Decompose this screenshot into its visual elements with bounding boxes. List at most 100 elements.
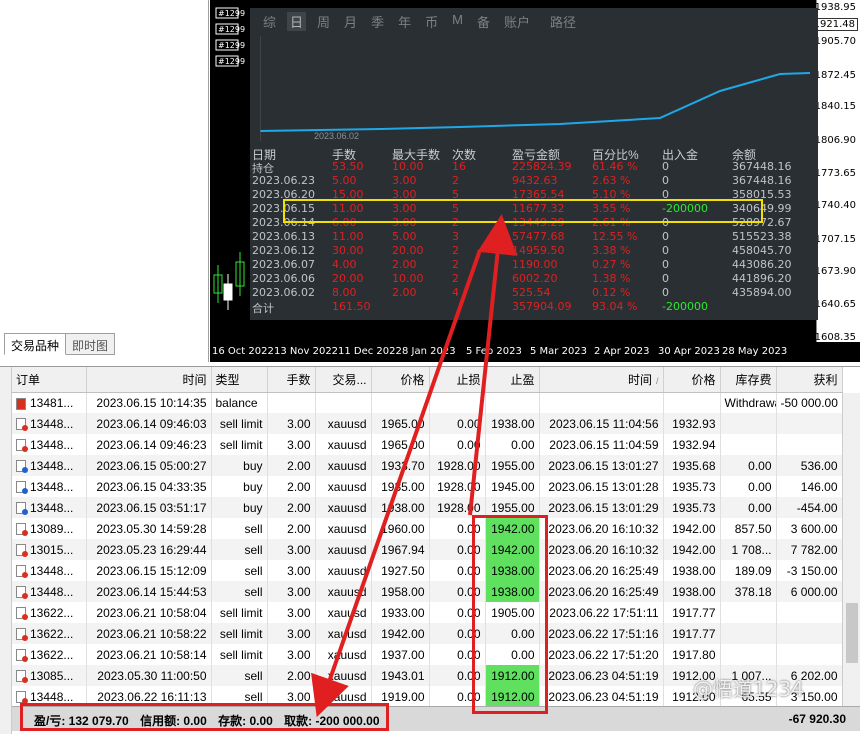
table-cell: xauusd bbox=[315, 497, 372, 518]
order-icon bbox=[16, 523, 28, 537]
path-label[interactable]: 路径 bbox=[550, 12, 576, 31]
stats-tab[interactable]: 币 bbox=[422, 12, 441, 31]
table-cell: 2023.06.20 16:10:32 bbox=[539, 539, 664, 560]
stats-tab[interactable]: 周 bbox=[314, 12, 333, 31]
table-cell: 2.00 bbox=[267, 476, 316, 497]
column-header[interactable]: 类型 bbox=[211, 367, 268, 393]
table-cell: 0.00 bbox=[429, 413, 486, 434]
column-header[interactable]: 时间 bbox=[86, 367, 212, 393]
table-cell: 2023.06.15 15:12:09 bbox=[86, 560, 212, 581]
table-cell bbox=[776, 623, 843, 644]
stats-cell: 2 bbox=[452, 174, 459, 187]
stats-tab[interactable]: 季 bbox=[368, 12, 387, 31]
table-cell: 378.18 bbox=[720, 581, 777, 602]
table-row[interactable]: 13622... 2023.06.21 10:58:04 sell limit 3.0… bbox=[12, 602, 843, 623]
table-cell bbox=[776, 602, 843, 623]
table-cell: 2.00 bbox=[267, 497, 316, 518]
table-cell: sell bbox=[211, 665, 268, 686]
column-header[interactable]: 价格 bbox=[663, 367, 721, 393]
stats-tab[interactable]: 综 bbox=[260, 12, 279, 31]
table-row[interactable]: 13089... 2023.05.30 14:59:28 sell 2.00 xauus… bbox=[12, 518, 843, 539]
column-header[interactable]: 止损 bbox=[429, 367, 486, 393]
table-cell: 1938.00 bbox=[371, 497, 430, 518]
table-cell: xauusd bbox=[315, 476, 372, 497]
ea-label: #1299 bbox=[218, 25, 245, 34]
statistics-tabs: 综日周月季年币 M 备账户 bbox=[260, 12, 533, 31]
stats-cell: 3 bbox=[452, 230, 459, 243]
stats-cell: 8.00 bbox=[332, 286, 357, 299]
order-id: 13448... bbox=[30, 563, 74, 578]
column-header[interactable]: 订单 bbox=[12, 367, 87, 393]
stats-tab[interactable]: M bbox=[449, 12, 466, 31]
table-row[interactable]: 13448... 2023.06.14 09:46:03 sell limit 3.0… bbox=[12, 413, 843, 434]
table-cell: 1935.00 bbox=[371, 476, 430, 497]
table-cell: 1933.00 bbox=[371, 602, 430, 623]
table-cell bbox=[663, 392, 721, 413]
table-row[interactable]: 13622... 2023.06.21 10:58:22 sell limit 3.0… bbox=[12, 623, 843, 644]
tab-tick-chart[interactable]: 即时图 bbox=[66, 333, 116, 355]
table-row[interactable]: 13622... 2023.06.21 10:58:14 sell limit 3.0… bbox=[12, 644, 843, 665]
price-label: 1806.90 bbox=[814, 135, 856, 146]
price-label: 1640.65 bbox=[814, 299, 856, 310]
table-cell: 3.00 bbox=[267, 623, 316, 644]
table-cell: 1960.00 bbox=[371, 518, 430, 539]
scroll-thumb[interactable] bbox=[846, 603, 858, 663]
table-row[interactable]: 13448... 2023.06.15 03:51:17 buy 2.00 xauusd… bbox=[12, 497, 843, 518]
table-row[interactable]: 13448... 2023.06.15 05:00:27 buy 2.00 xauusd… bbox=[12, 455, 843, 476]
price-axis: 1938.95 1905.70 1872.45 1840.15 1806.90 1773.… bbox=[810, 0, 860, 343]
stats-cell: 9432.63 bbox=[512, 174, 558, 187]
terminal-side-strip bbox=[0, 367, 12, 734]
vertical-scrollbar[interactable] bbox=[842, 393, 860, 709]
order-id: 13015... bbox=[30, 542, 74, 557]
stats-tab[interactable]: 日 bbox=[287, 12, 307, 31]
table-cell: 3.00 bbox=[267, 434, 316, 455]
table-row[interactable]: 13015... 2023.05.23 16:29:44 sell 3.00 xauus… bbox=[12, 539, 843, 560]
table-cell: 1943.01 bbox=[371, 665, 430, 686]
table-row[interactable]: 13448... 2023.06.15 15:12:09 sell 3.00 xauus… bbox=[12, 560, 843, 581]
column-header[interactable]: 时间 / bbox=[539, 367, 664, 393]
time-axis: 16 Oct 2022 13 Nov 2022 11 Dec 2022 8 Jan 2… bbox=[210, 342, 860, 362]
column-header[interactable]: 手数 bbox=[267, 367, 316, 393]
table-cell: 3.00 bbox=[267, 560, 316, 581]
table-cell: 1 708... bbox=[720, 539, 777, 560]
stats-tab[interactable]: 月 bbox=[341, 12, 360, 31]
table-cell bbox=[485, 392, 540, 413]
stats-tab[interactable]: 年 bbox=[395, 12, 414, 31]
column-header[interactable]: 交易... bbox=[315, 367, 372, 393]
order-id: 13448... bbox=[30, 416, 74, 431]
table-row[interactable]: 13448... 2023.06.14 09:46:23 sell limit 3.0… bbox=[12, 434, 843, 455]
table-cell: xauusd bbox=[315, 602, 372, 623]
stats-cell: 2023.06.07 bbox=[252, 258, 315, 271]
column-header[interactable]: 库存费 bbox=[720, 367, 777, 393]
stats-cell: 225824.39 bbox=[512, 160, 572, 173]
table-cell: 3.00 bbox=[267, 413, 316, 434]
stats-cell: 525.54 bbox=[512, 286, 551, 299]
time-label: 30 Apr 2023 bbox=[658, 346, 720, 357]
table-row[interactable]: 13448... 2023.06.15 04:33:35 buy 2.00 xauusd… bbox=[12, 476, 843, 497]
stats-cell: 53.50 bbox=[332, 160, 364, 173]
time-label: 5 Mar 2023 bbox=[530, 346, 588, 357]
column-header[interactable]: 获利 bbox=[776, 367, 843, 393]
table-row[interactable]: 13448... 2023.06.14 15:44:53 sell 3.00 xauus… bbox=[12, 581, 843, 602]
table-cell: 3.00 bbox=[267, 539, 316, 560]
order-id: 13622... bbox=[30, 605, 74, 620]
column-header[interactable]: 止盈 bbox=[485, 367, 540, 393]
stats-tab[interactable]: 备 bbox=[474, 12, 493, 31]
stats-total-cell: 161.50 bbox=[332, 300, 371, 313]
column-header[interactable]: 价格 bbox=[371, 367, 430, 393]
table-cell: 3.00 bbox=[267, 581, 316, 602]
table-cell: xauusd bbox=[315, 455, 372, 476]
order-id: 13622... bbox=[30, 647, 74, 662]
price-chart[interactable]: #1299 #1299 #1299 #1299 1938.95 1905.70 1872.… bbox=[210, 0, 860, 362]
stats-cell: 20.00 bbox=[392, 244, 424, 257]
stats-tab[interactable]: 账户 bbox=[501, 12, 533, 31]
tab-symbols[interactable]: 交易品种 bbox=[4, 333, 67, 355]
stats-cell: 0 bbox=[662, 230, 669, 243]
stats-cell: 0 bbox=[662, 286, 669, 299]
ea-label: #1299 bbox=[218, 9, 245, 18]
table-cell: 2023.06.15 11:04:59 bbox=[539, 434, 664, 455]
order-id-cell: 13622... bbox=[12, 644, 87, 665]
table-row[interactable]: 13481... 2023.06.15 10:14:35 balance Withdr… bbox=[12, 392, 843, 413]
order-id: 13089... bbox=[30, 521, 74, 536]
stats-cell: 2023.06.13 bbox=[252, 230, 315, 243]
